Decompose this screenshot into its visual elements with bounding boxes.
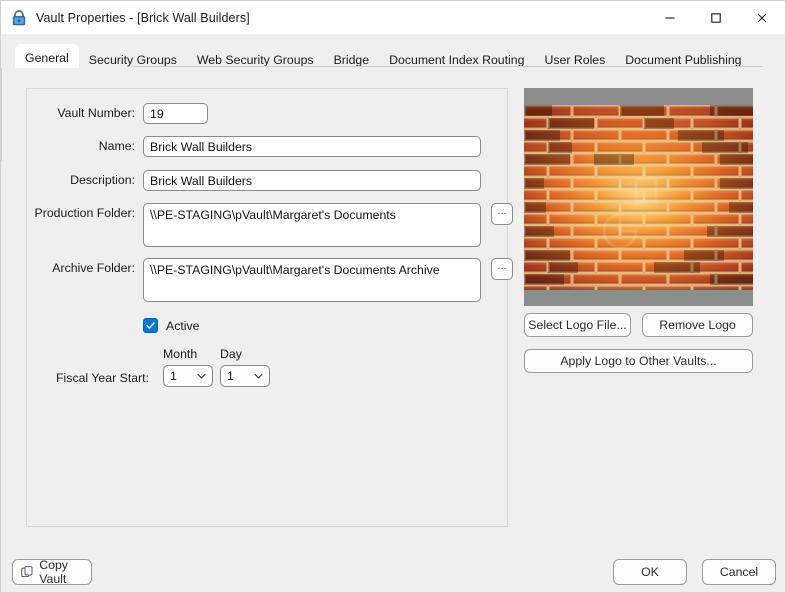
archive-folder-input[interactable]: \\PE-STAGING\pVault\Margaret's Documents… [143, 258, 481, 302]
tab-label: Document Publishing [625, 53, 742, 67]
tab-label: Document Index Routing [389, 53, 525, 67]
ok-button[interactable]: OK [613, 559, 687, 585]
close-icon [757, 13, 767, 22]
general-tab-panel: Vault Number: Name: Description: Product… [1, 68, 785, 538]
left-rail [1, 68, 5, 161]
description-input[interactable] [143, 170, 481, 191]
brick-wall-logo [524, 105, 753, 290]
name-label: Name: [98, 139, 135, 153]
window-title: Vault Properties - [Brick Wall Builders] [36, 10, 250, 25]
copy-vault-button[interactable]: Copy Vault [12, 558, 92, 586]
remove-logo-button[interactable]: Remove Logo [642, 313, 753, 337]
vault-properties-window: Vault Properties - [Brick Wall Builders] [0, 0, 786, 593]
production-folder-label: Production Folder: [34, 206, 135, 220]
tab-label: General [25, 51, 69, 65]
cancel-label: Cancel [719, 565, 759, 579]
tab-strip: General Security Groups Web Security Gro… [1, 34, 785, 73]
ellipsis-icon: ... [497, 204, 507, 217]
remove-logo-label: Remove Logo [659, 318, 736, 332]
minimize-icon [665, 16, 675, 19]
select-logo-file-label: Select Logo File... [528, 318, 627, 332]
window-controls [647, 1, 785, 34]
tab-label: Web Security Groups [196, 53, 314, 67]
production-folder-input[interactable]: \\PE-STAGING\pVault\Margaret's Documents [143, 203, 481, 247]
day-header: Day [220, 347, 242, 361]
copy-icon [21, 566, 33, 578]
fiscal-month-select[interactable]: 1 [163, 365, 213, 387]
tab-label: User Roles [544, 53, 606, 67]
month-header: Month [163, 347, 198, 361]
copy-vault-label: Copy Vault [39, 558, 68, 586]
maximize-icon [711, 12, 721, 23]
checkmark-icon [146, 322, 155, 329]
general-form-panel: Vault Number: Name: Description: Product… [26, 88, 513, 527]
field-name: Name: [27, 136, 481, 157]
production-folder-browse-button[interactable]: ... [491, 203, 513, 225]
tab-underline [133, 66, 763, 67]
field-description: Description: [27, 170, 481, 191]
archive-folder-label: Archive Folder: [52, 261, 135, 275]
field-archive-folder: Archive Folder: \\PE-STAGING\pVault\Marg… [27, 258, 513, 302]
active-checkbox-row[interactable]: Active [143, 318, 200, 333]
description-label: Description: [70, 173, 135, 187]
archive-folder-browse-button[interactable]: ... [491, 258, 513, 280]
vault-number-label: Vault Number: [57, 106, 135, 120]
field-vault-number: Vault Number: [27, 103, 208, 124]
apply-logo-other-vaults-button[interactable]: Apply Logo to Other Vaults... [524, 349, 753, 373]
chevron-down-icon [197, 373, 206, 379]
tab-label: Security Groups [88, 53, 177, 67]
active-label: Active [166, 318, 200, 333]
lock-icon [12, 9, 26, 25]
active-checkbox[interactable] [143, 318, 158, 333]
title-bar: Vault Properties - [Brick Wall Builders] [1, 1, 785, 34]
tab-list: General Security Groups Web Security Gro… [1, 34, 785, 73]
select-logo-file-button[interactable]: Select Logo File... [524, 313, 631, 337]
chevron-down-icon [254, 373, 263, 379]
minimize-button[interactable] [647, 1, 693, 34]
name-input[interactable] [143, 136, 481, 157]
fiscal-day-value: 1 [227, 369, 234, 383]
cancel-button[interactable]: Cancel [702, 559, 776, 585]
ok-label: OK [641, 565, 659, 579]
dialog-footer: Copy Vault OK Cancel [1, 538, 785, 592]
ellipsis-icon: ... [497, 259, 507, 272]
tab-label: Bridge [333, 53, 370, 67]
fiscal-day-select[interactable]: 1 [220, 365, 270, 387]
logo-preview [524, 88, 753, 306]
fiscal-month-value: 1 [170, 369, 177, 383]
close-button[interactable] [739, 1, 785, 34]
vault-number-input[interactable] [143, 103, 208, 124]
maximize-button[interactable] [693, 1, 739, 34]
field-production-folder: Production Folder: \\PE-STAGING\pVault\M… [27, 203, 513, 247]
apply-logo-label: Apply Logo to Other Vaults... [560, 354, 717, 368]
fiscal-year-label: Fiscal Year Start: [56, 371, 149, 385]
